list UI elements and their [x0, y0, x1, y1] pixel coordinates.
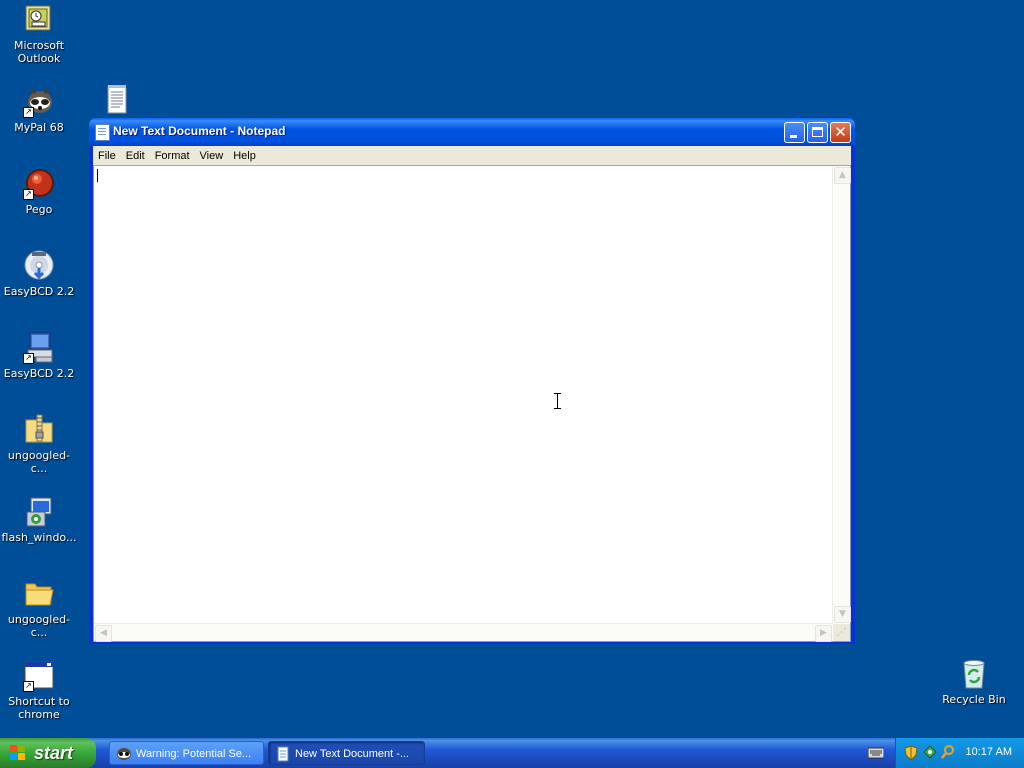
taskbar-item-label: New Text Document -...	[295, 748, 410, 760]
menu-format[interactable]: Format	[150, 150, 195, 162]
taskbar-item-warning[interactable]: Warning: Potential Se...	[109, 741, 264, 765]
desktop-icon-label: Microsoft Outlook	[13, 39, 65, 65]
desktop-icon-chrome-shortcut[interactable]: ↗ Shortcut to chrome	[0, 660, 78, 721]
scroll-left-button[interactable]: ◀	[95, 625, 112, 642]
keyboard-icon[interactable]	[868, 747, 884, 759]
search-icon[interactable]	[940, 744, 956, 760]
shortcut-arrow-icon: ↗	[23, 681, 34, 692]
desktop-icon-mypal[interactable]: ↗ MyPal 68	[0, 86, 78, 134]
text-editor[interactable]	[94, 166, 833, 624]
menu-edit[interactable]: Edit	[121, 150, 150, 162]
desktop-icon-label: ungoogled-c...	[7, 449, 71, 475]
desktop-icon-label: Shortcut to chrome	[8, 695, 70, 721]
menu-bar: File Edit Format View Help	[93, 146, 851, 165]
desktop-icon-label: Pego	[25, 203, 53, 216]
zip-folder-icon	[23, 414, 55, 446]
text-caret	[97, 169, 98, 182]
system-tray: 10:17 AM	[895, 738, 1024, 768]
taskbar-item-notepad[interactable]: New Text Document -...	[268, 741, 425, 765]
start-label: start	[34, 743, 74, 763]
shortcut-arrow-icon: ↗	[23, 189, 34, 200]
mypal-icon: ↗	[23, 86, 55, 118]
desktop-icon-zip-folder[interactable]: ungoogled-c...	[0, 414, 78, 475]
installer-icon	[23, 496, 55, 528]
desktop-icon-label: flash_windo...	[1, 531, 77, 544]
shortcut-arrow-icon: ↗	[23, 107, 34, 118]
window-title: New Text Document - Notepad	[113, 124, 286, 138]
desktop-icon-label: Recycle Bin	[942, 693, 1006, 706]
desktop-icon-folder[interactable]: ungoogled-c...	[0, 578, 78, 639]
editor-area: ▲ ▼ ◀ ▶ ⋰	[93, 165, 851, 642]
maximize-icon	[812, 127, 823, 137]
scroll-up-button[interactable]: ▲	[834, 167, 851, 184]
folder-icon	[23, 578, 55, 610]
desktop-icon-label: EasyBCD 2.2	[3, 367, 75, 380]
resize-grip-icon[interactable]: ⋰	[833, 624, 850, 641]
scroll-right-button[interactable]: ▶	[815, 625, 832, 642]
vertical-scrollbar[interactable]: ▲ ▼	[832, 166, 851, 624]
desktop-icon-recycle-bin[interactable]: Recycle Bin	[935, 658, 1013, 706]
security-shield-icon[interactable]	[904, 745, 918, 761]
window-shortcut-icon: ↗	[23, 660, 55, 692]
recycle-bin-icon	[958, 658, 990, 690]
scroll-down-button[interactable]: ▼	[834, 606, 851, 623]
menu-view[interactable]: View	[195, 150, 229, 162]
taskbar: start Warning: Potential Se... New Text …	[0, 738, 1024, 768]
text-file-icon	[100, 84, 132, 116]
desktop-icon-label: MyPal 68	[14, 121, 64, 134]
menu-help[interactable]: Help	[228, 150, 261, 162]
desktop-icon-label: EasyBCD 2.2	[3, 285, 75, 298]
pego-icon: ↗	[23, 168, 55, 200]
desktop-icon-text-file[interactable]	[77, 84, 155, 119]
notepad-icon	[95, 124, 110, 141]
title-bar[interactable]: New Text Document - Notepad ✕	[89, 118, 855, 146]
mypal-taskbar-icon	[117, 748, 131, 760]
desktop-icon-flash-installer[interactable]: flash_windo...	[0, 496, 78, 544]
notepad-window[interactable]: New Text Document - Notepad ✕ File Edit …	[89, 118, 855, 644]
close-icon: ✕	[834, 123, 847, 141]
network-icon[interactable]	[922, 744, 938, 760]
maximize-button[interactable]	[807, 122, 828, 143]
minimize-button[interactable]	[784, 122, 805, 143]
easybcd-shortcut-icon: ↗	[23, 332, 55, 364]
desktop-icon-easybcd-installer[interactable]: EasyBCD 2.2	[0, 250, 78, 298]
minimize-icon	[790, 135, 797, 138]
desktop-icon-easybcd-shortcut[interactable]: ↗ EasyBCD 2.2	[0, 332, 78, 380]
notepad-taskbar-icon	[277, 746, 289, 762]
desktop-icon-pego[interactable]: ↗ Pego	[0, 168, 78, 216]
ibeam-cursor-icon	[553, 393, 562, 409]
desktop-icon-outlook[interactable]: Microsoft Outlook	[0, 4, 78, 65]
shortcut-arrow-icon: ↗	[23, 353, 34, 364]
easybcd-installer-icon	[23, 250, 55, 282]
desktop-icon-label: ungoogled-c...	[7, 613, 71, 639]
menu-file[interactable]: File	[93, 150, 121, 162]
close-button[interactable]: ✕	[830, 122, 851, 143]
windows-logo-icon	[10, 745, 26, 761]
start-button[interactable]: start	[0, 738, 96, 768]
clock[interactable]: 10:17 AM	[966, 746, 1012, 758]
outlook-icon	[23, 4, 55, 36]
horizontal-scrollbar[interactable]: ◀ ▶	[94, 623, 833, 642]
taskbar-item-label: Warning: Potential Se...	[136, 748, 252, 760]
